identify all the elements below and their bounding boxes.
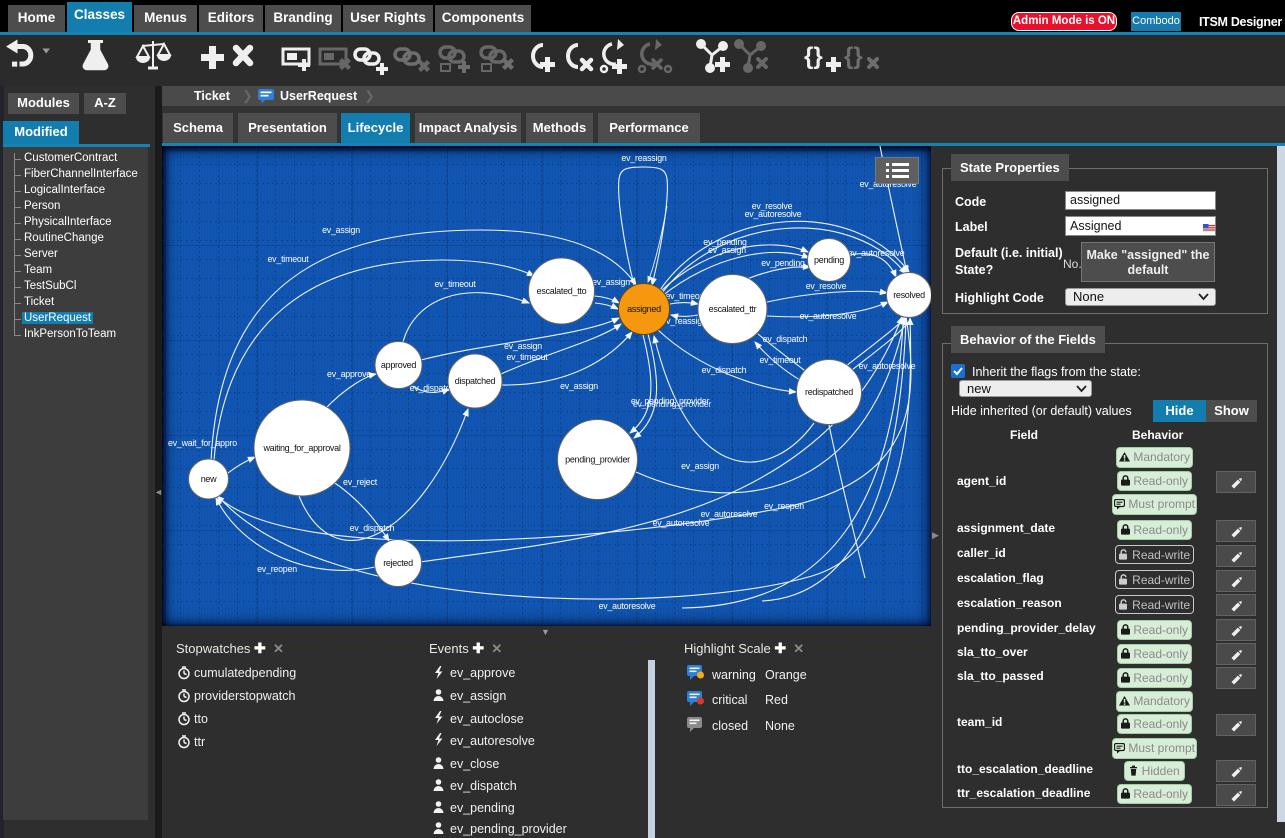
svg-text:dispatched: dispatched	[455, 376, 496, 386]
svg-text:assigned: assigned	[627, 304, 661, 314]
svg-text:ev_timeout: ev_timeout	[434, 279, 476, 289]
svg-text:{}: {}	[804, 43, 823, 70]
svg-text:ev_autoresolve: ev_autoresolve	[800, 311, 857, 321]
svg-text:ev_pending_provider: ev_pending_provider	[633, 399, 712, 409]
svg-text:ev_assign: ev_assign	[708, 245, 746, 255]
svg-text:ev_reject: ev_reject	[343, 477, 378, 487]
svg-text:ev_autoresolve: ev_autoresolve	[745, 209, 802, 219]
svg-text:ev_resolve: ev_resolve	[806, 281, 847, 291]
svg-text:ev_reopen: ev_reopen	[257, 564, 297, 574]
svg-text:approved: approved	[381, 360, 416, 370]
svg-text:new: new	[201, 474, 217, 484]
svg-text:ev_timeout: ev_timeout	[267, 254, 309, 264]
svg-text:ev_reopen: ev_reopen	[764, 501, 804, 511]
svg-text:ev_dispatch: ev_dispatch	[702, 365, 747, 375]
svg-text:ev_pending: ev_pending	[761, 258, 805, 268]
svg-text:ev_assign: ev_assign	[681, 461, 719, 471]
svg-text:ev_autoresolve: ev_autoresolve	[599, 601, 656, 611]
svg-text:escalated_ttr: escalated_ttr	[709, 304, 757, 314]
svg-text:ev_autoresolve: ev_autoresolve	[653, 518, 710, 528]
svg-text:ev_autoresolve: ev_autoresolve	[848, 248, 905, 258]
svg-text:pending: pending	[814, 255, 844, 265]
svg-text:ev_assign: ev_assign	[560, 381, 598, 391]
svg-text:ev_wait_for_appro: ev_wait_for_appro	[168, 438, 237, 448]
svg-text:ev_autoresolve: ev_autoresolve	[859, 361, 916, 371]
svg-text:ev_timeout: ev_timeout	[506, 352, 548, 362]
svg-text:redispatched: redispatched	[805, 387, 853, 397]
svg-text:ev_reassign: ev_reassign	[621, 153, 667, 163]
svg-text:ev_timeout: ev_timeout	[759, 355, 801, 365]
svg-text:resolved: resolved	[893, 290, 925, 300]
svg-text:waiting_for_approval: waiting_for_approval	[262, 443, 340, 453]
svg-text:ev_assign: ev_assign	[592, 277, 630, 287]
svg-text:pending_provider: pending_provider	[565, 455, 630, 465]
svg-text:ev_dispatch: ev_dispatch	[763, 334, 808, 344]
svg-text:escalated_tto: escalated_tto	[537, 286, 587, 296]
svg-text:ev_assign: ev_assign	[504, 341, 542, 351]
svg-text:ev_assign: ev_assign	[322, 225, 360, 235]
svg-text:{}: {}	[844, 43, 863, 70]
svg-text:ev_approve: ev_approve	[327, 369, 371, 379]
svg-text:rejected: rejected	[383, 558, 413, 568]
svg-text:ev_dispatch: ev_dispatch	[350, 523, 395, 533]
